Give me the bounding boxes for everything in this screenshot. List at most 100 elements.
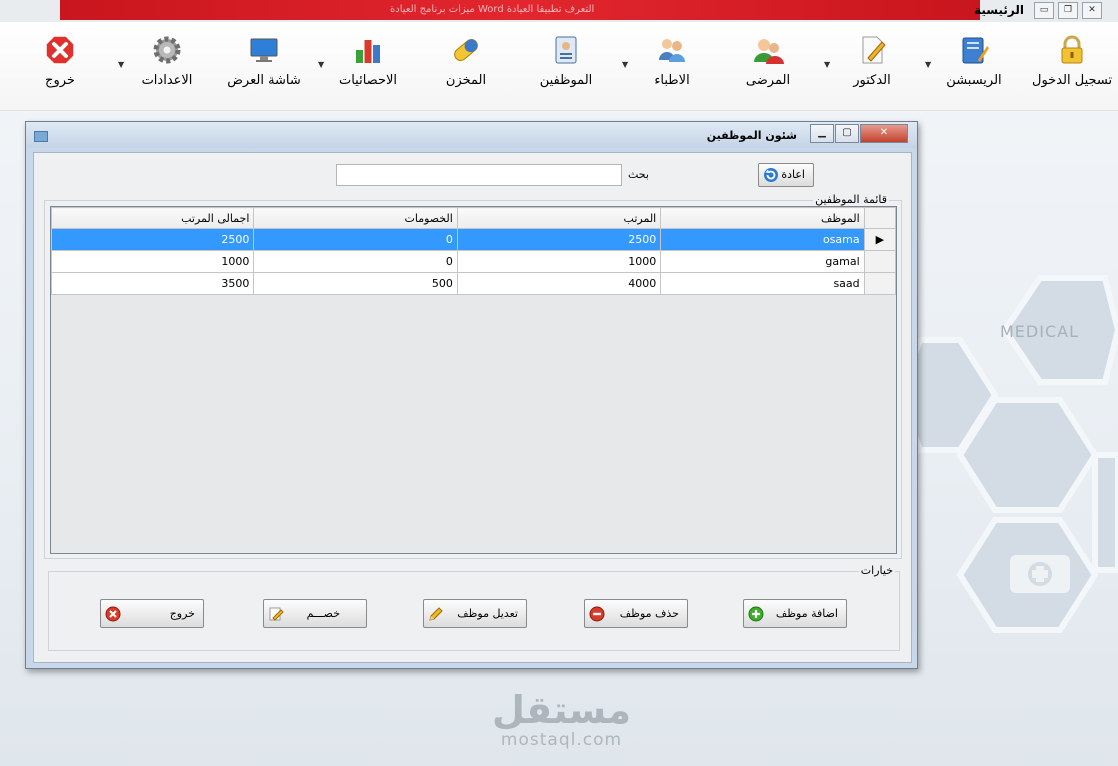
add-employee-button[interactable]: اضافة موظف xyxy=(743,599,847,628)
settings-dropdown-arrow[interactable]: ▼ xyxy=(118,60,124,69)
refresh-button[interactable]: اعادة xyxy=(758,163,814,187)
notebook-icon xyxy=(962,37,989,64)
employees-window-titlebar[interactable]: شئون الموظفين ▁ ▢ ✕ xyxy=(26,122,917,148)
row-header-corner xyxy=(863,207,897,229)
add-employee-label: اضافة موظف xyxy=(775,606,838,620)
banner-text: ميزات برنامج العيادة Word التعرف تطبيقا … xyxy=(390,4,595,15)
exit-button[interactable]: خروج xyxy=(100,599,204,628)
menu-doctor[interactable]: الدكتور xyxy=(836,34,908,104)
deduct-button[interactable]: خصـــم xyxy=(263,599,367,628)
options-group-label: خيارات xyxy=(858,564,895,577)
add-icon xyxy=(748,606,764,621)
search-input[interactable] xyxy=(336,164,622,186)
menu-label-patients: المرضى xyxy=(745,73,791,88)
delete-icon xyxy=(589,606,605,621)
window-app-icon xyxy=(34,131,48,142)
doctors-dropdown-arrow[interactable]: ▼ xyxy=(622,60,628,69)
doctor-dropdown-arrow[interactable]: ▼ xyxy=(824,60,830,69)
cell-total[interactable]: 3500 xyxy=(50,272,255,295)
table-row[interactable]: gamal 1000 0 1000 xyxy=(50,250,897,273)
mdi-close-button[interactable]: ✕ xyxy=(1082,2,1102,19)
window-minimize-button[interactable]: ▁ xyxy=(810,124,834,143)
cell-salary[interactable]: 1000 xyxy=(456,250,662,273)
pencil-icon xyxy=(429,606,443,621)
hexagon-edge xyxy=(1092,452,1118,573)
menu-label-exit: خروج xyxy=(45,73,75,88)
cell-deductions[interactable]: 500 xyxy=(253,272,458,295)
cell-salary[interactable]: 4000 xyxy=(456,272,662,295)
menu-doctors[interactable]: الاطباء xyxy=(636,34,708,104)
row-selector-current[interactable]: ▶ xyxy=(863,228,897,251)
menu-display-screen[interactable]: شاشة العرض xyxy=(224,34,304,104)
exit-x-icon xyxy=(45,35,75,65)
doctors-icon xyxy=(659,39,685,62)
employees-book-icon xyxy=(555,36,577,64)
table-row[interactable]: ▶ osama 2500 0 2500 xyxy=(50,228,897,251)
cell-name[interactable]: saad xyxy=(660,272,865,295)
edit-employee-label: تعديل موظف xyxy=(457,606,518,620)
refresh-icon xyxy=(764,168,778,182)
pill-icon xyxy=(454,39,478,61)
menu-employees[interactable]: الموظفين xyxy=(530,34,602,104)
menu-statistics[interactable]: الاحصائيات xyxy=(332,34,404,104)
refresh-label: اعادة xyxy=(781,168,805,181)
menu-reception[interactable]: الريسبشن xyxy=(938,34,1010,104)
exit-label: خروج xyxy=(169,606,195,620)
menu-label-settings: الاعدادات xyxy=(141,73,193,88)
delete-employee-button[interactable]: حذف موظف xyxy=(584,599,688,628)
employees-list-group-label: قائمة الموظفين xyxy=(813,193,889,206)
employees-window: شئون الموظفين ▁ ▢ ✕ اعادة بحث قائمة المو… xyxy=(25,121,918,669)
menu-label-reception: الريسبشن xyxy=(946,73,1002,88)
cell-deductions[interactable]: 0 xyxy=(253,250,458,273)
stats-dropdown-arrow[interactable]: ▼ xyxy=(318,60,324,69)
grid-header-row: الموظف المرتب الخصومات اجمالى المرتب xyxy=(50,207,897,229)
patients-icon xyxy=(754,39,784,64)
mdi-minimize-button[interactable]: ▭ xyxy=(1034,2,1054,19)
employees-data-grid[interactable]: الموظف المرتب الخصومات اجمالى المرتب ▶ o… xyxy=(50,206,897,554)
menu-label-doctors: الاطباء xyxy=(654,73,690,88)
column-header-salary[interactable]: المرتب xyxy=(456,207,662,229)
menu-label-doctor: الدكتور xyxy=(853,73,891,88)
delete-employee-label: حذف موظف xyxy=(619,606,679,620)
cell-total[interactable]: 2500 xyxy=(50,228,255,251)
table-row[interactable]: saad 4000 500 3500 xyxy=(50,272,897,295)
window-maximize-button[interactable]: ▢ xyxy=(835,124,859,143)
menu-label-employees: الموظفين xyxy=(539,73,593,88)
search-label: بحث xyxy=(628,168,649,181)
mdi-title-strip: ميزات برنامج العيادة Word التعرف تطبيقا … xyxy=(0,0,1118,22)
menu-store[interactable]: المخزن xyxy=(430,34,502,104)
medical-hex-text: MEDICAL xyxy=(1000,322,1079,341)
menu-login[interactable]: تسجيل الدخول xyxy=(1032,34,1112,104)
lock-icon xyxy=(1061,35,1083,64)
main-menu-bar: تسجيل الدخول ▼ الريسبشن ▼ الدكتور المرضى… xyxy=(0,22,1118,111)
window-close-button[interactable]: ✕ xyxy=(860,124,908,143)
edit-document-icon xyxy=(862,36,886,64)
menu-label-display-screen: شاشة العرض xyxy=(227,73,301,88)
column-header-name[interactable]: الموظف xyxy=(660,207,865,229)
row-selector[interactable] xyxy=(863,272,897,295)
row-selector[interactable] xyxy=(863,250,897,273)
column-header-total[interactable]: اجمالى المرتب xyxy=(50,207,255,229)
menu-settings[interactable]: الاعدادات xyxy=(132,34,202,104)
deduct-label: خصـــم xyxy=(306,606,340,620)
menu-patients[interactable]: المرضى xyxy=(732,34,804,104)
mostaql-watermark: مستقل mostaql.com xyxy=(492,690,631,750)
employees-window-client: اعادة بحث قائمة الموظفين الموظف المرتب ا… xyxy=(33,152,912,663)
close-icon xyxy=(105,606,121,621)
cell-name[interactable]: osama xyxy=(660,228,865,251)
gear-icon xyxy=(153,36,181,64)
reception-dropdown-arrow[interactable]: ▼ xyxy=(925,60,931,69)
cell-name[interactable]: gamal xyxy=(660,250,865,273)
mdi-restore-button[interactable]: ❐ xyxy=(1058,2,1078,19)
cell-salary[interactable]: 2500 xyxy=(456,228,662,251)
cell-total[interactable]: 1000 xyxy=(50,250,255,273)
menu-exit[interactable]: خروج xyxy=(28,34,92,104)
main-window-title: الرئيسية xyxy=(974,3,1024,17)
employees-window-title: شئون الموظفين xyxy=(706,129,797,142)
menu-label-store: المخزن xyxy=(445,73,487,88)
cell-deductions[interactable]: 0 xyxy=(253,228,458,251)
menu-label-login: تسجيل الدخول xyxy=(1032,73,1113,88)
column-header-deductions[interactable]: الخصومات xyxy=(253,207,458,229)
edit-employee-button[interactable]: تعديل موظف xyxy=(423,599,527,628)
red-banner: ميزات برنامج العيادة Word التعرف تطبيقا … xyxy=(60,0,980,20)
